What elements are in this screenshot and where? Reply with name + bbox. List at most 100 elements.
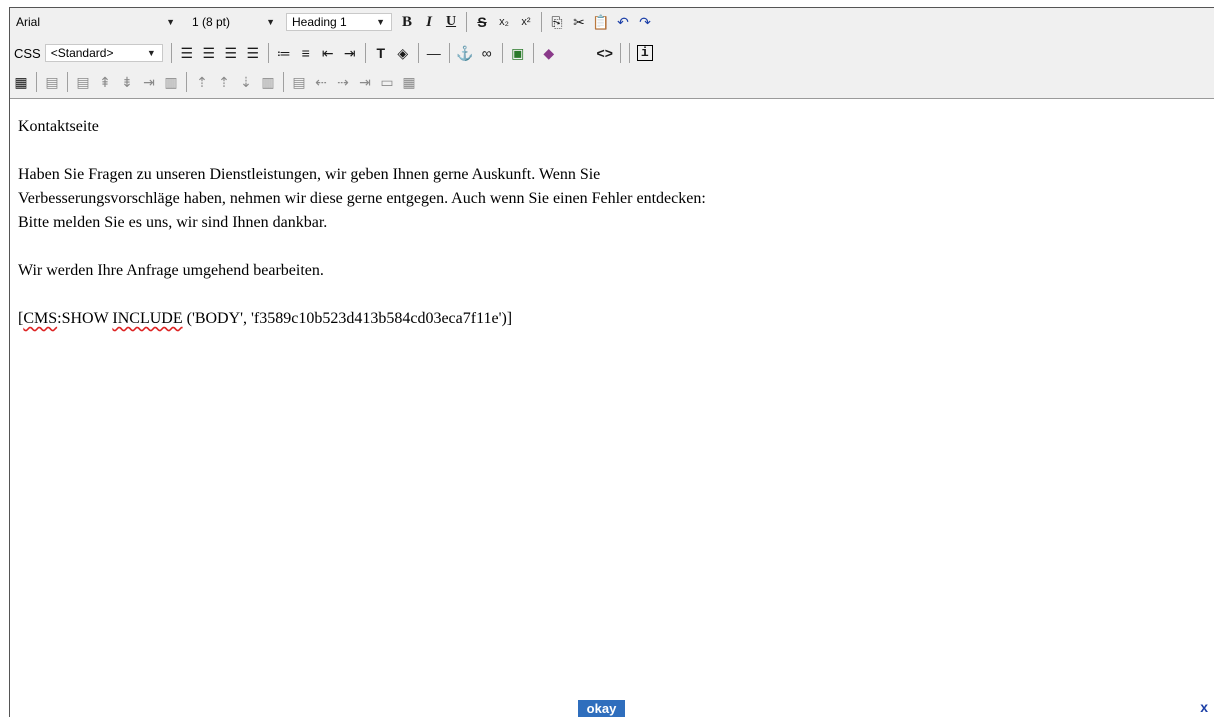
toolbar-row-paragraph: CSS <Standard> ▼ ☰ ☰ ☰ ☰ ≔ ≡ ⇤ ⇥ T ◈ — ⚓… xyxy=(10,41,1214,65)
merge-column-button[interactable]: ▥ xyxy=(257,71,279,93)
table-properties-button[interactable]: ▤ xyxy=(41,71,63,93)
align-right-button[interactable]: ☰ xyxy=(220,42,242,64)
subscript-button[interactable]: x₂ xyxy=(493,11,515,33)
split-cell-button[interactable]: ▦ xyxy=(398,71,420,93)
editor-content-area[interactable]: Kontaktseite Haben Sie Fragen zu unseren… xyxy=(10,99,1214,697)
copy-icon: ⎘ xyxy=(551,13,563,30)
wysiwyg-editor: Arial ▼ 1 (8 pt) ▼ Heading 1 ▼ B I U S x… xyxy=(9,7,1214,697)
align-justify-button[interactable]: ☰ xyxy=(242,42,264,64)
toolbar-separator xyxy=(364,43,366,63)
insert-object-button[interactable]: ◆ xyxy=(538,42,560,64)
cut-icon: ✂ xyxy=(573,13,585,30)
font-size-select[interactable]: 1 (8 pt) ▼ xyxy=(186,13,282,31)
info-button[interactable]: i xyxy=(634,42,656,64)
toolbar-row-table: ▦ ▤ ▤ ⇞ ⇟ ⇥ ▥ ⇡ ⇡ ⇣ ▥ ▤ ⇠ ⇢ ⇥ ▭ ▦ xyxy=(10,70,1214,94)
horizontal-rule-button[interactable]: — xyxy=(423,42,445,64)
insert-row-above-button[interactable]: ⇞ xyxy=(94,71,116,93)
align-left-button[interactable]: ☰ xyxy=(176,42,198,64)
indent-icon: ⇥ xyxy=(343,44,356,61)
merge-cells-icon: ▭ xyxy=(380,73,394,90)
insert-row-below-icon: ⇟ xyxy=(121,73,133,90)
ordered-list-button[interactable]: ≔ xyxy=(273,42,295,64)
font-family-select[interactable]: Arial ▼ xyxy=(10,13,182,31)
css-class-select[interactable]: <Standard> ▼ xyxy=(44,44,163,62)
background-color-button[interactable]: ◈ xyxy=(392,42,414,64)
outdent-icon: ⇤ xyxy=(321,44,334,61)
paragraph-format-select[interactable]: Heading 1 ▼ xyxy=(286,13,392,31)
cell-properties-button[interactable]: ▤ xyxy=(288,71,310,93)
strikethrough-button[interactable]: S xyxy=(471,11,493,33)
subscript-icon: x₂ xyxy=(499,16,509,28)
insert-table-button[interactable]: ▦ xyxy=(10,71,32,93)
copy-button[interactable]: ⎘ xyxy=(546,11,568,33)
unordered-list-button[interactable]: ≡ xyxy=(295,42,317,64)
text-color-button[interactable]: T xyxy=(370,42,392,64)
okay-button[interactable]: okay xyxy=(578,700,625,717)
insert-column-left-button[interactable]: ⇡ xyxy=(191,71,213,93)
split-cell-icon: ▦ xyxy=(402,73,416,90)
cms-tag-args: ('BODY', 'f3589c10b523d413b584cd03eca7f1… xyxy=(182,310,513,327)
link-icon: ∞ xyxy=(481,45,492,61)
font-family-value: Arial xyxy=(16,15,41,29)
anchor-icon: ⚓ xyxy=(456,44,474,61)
outdent-button[interactable]: ⇤ xyxy=(317,42,339,64)
cut-button[interactable]: ✂ xyxy=(568,11,590,33)
delete-cell-button[interactable]: ⇥ xyxy=(354,71,376,93)
content-title: Kontaktseite xyxy=(18,118,99,135)
code-icon: <> xyxy=(596,45,613,61)
insert-cell-after-button[interactable]: ⇢ xyxy=(332,71,354,93)
image-icon: ▣ xyxy=(511,44,525,61)
row-properties-button[interactable]: ▤ xyxy=(72,71,94,93)
link-button[interactable]: ∞ xyxy=(476,42,498,64)
insert-row-below-button[interactable]: ⇟ xyxy=(116,71,138,93)
undo-button[interactable]: ↶ xyxy=(612,11,634,33)
merge-cells-button[interactable]: ▭ xyxy=(376,71,398,93)
paste-button[interactable]: 📋 xyxy=(590,11,612,33)
horizontal-rule-icon: — xyxy=(426,45,441,61)
cms-include-tag: [CMS:SHOW INCLUDE ('BODY', 'f3589c10b523… xyxy=(18,307,718,331)
css-class-value: <Standard> xyxy=(50,46,114,60)
html-source-button[interactable]: <> xyxy=(594,42,616,64)
indent-button[interactable]: ⇥ xyxy=(339,42,361,64)
close-button[interactable]: x xyxy=(1200,699,1208,715)
chevron-down-icon: ▼ xyxy=(146,48,156,58)
italic-icon: I xyxy=(426,13,432,30)
underline-icon: U xyxy=(445,14,457,29)
toolbar-separator xyxy=(532,43,534,63)
underline-button[interactable]: U xyxy=(440,11,462,33)
italic-button[interactable]: I xyxy=(418,11,440,33)
insert-image-button[interactable]: ▣ xyxy=(507,42,529,64)
editor-toolbar: Arial ▼ 1 (8 pt) ▼ Heading 1 ▼ B I U S x… xyxy=(10,8,1214,99)
paragraph-format-value: Heading 1 xyxy=(292,15,347,29)
merge-row-button[interactable]: ▥ xyxy=(160,71,182,93)
toolbar-separator xyxy=(541,12,542,32)
align-center-button[interactable]: ☰ xyxy=(198,42,220,64)
insert-column-right-icon: ⇡ xyxy=(218,73,230,90)
insert-cell-before-icon: ⇠ xyxy=(315,73,327,90)
dialog-footer: okay x xyxy=(0,697,1214,717)
paint-bucket-icon: ◈ xyxy=(397,44,409,61)
superscript-button[interactable]: x² xyxy=(515,11,537,33)
paste-icon: 📋 xyxy=(592,13,610,30)
superscript-icon: x² xyxy=(521,16,531,28)
content-paragraph-intro: Haben Sie Fragen zu unseren Dienstleistu… xyxy=(18,166,706,231)
strikethrough-icon: S xyxy=(477,14,487,30)
toolbar-separator xyxy=(267,43,269,63)
align-right-icon: ☰ xyxy=(224,44,238,61)
align-justify-icon: ☰ xyxy=(246,44,260,61)
bold-button[interactable]: B xyxy=(396,11,418,33)
insert-cell-before-button[interactable]: ⇠ xyxy=(310,71,332,93)
anchor-button[interactable]: ⚓ xyxy=(454,42,476,64)
cms-keyword: CMS xyxy=(23,310,58,327)
css-label: CSS xyxy=(14,45,41,61)
unordered-list-icon: ≡ xyxy=(301,45,310,61)
undo-icon: ↶ xyxy=(617,13,629,30)
redo-button[interactable]: ↷ xyxy=(634,11,656,33)
toolbar-separator xyxy=(283,72,284,92)
delete-row-button[interactable]: ⇥ xyxy=(138,71,160,93)
delete-column-button[interactable]: ⇣ xyxy=(235,71,257,93)
chevron-down-icon: ▼ xyxy=(376,17,385,27)
toolbar-row-format: Arial ▼ 1 (8 pt) ▼ Heading 1 ▼ B I U S x… xyxy=(10,10,1214,34)
info-icon: i xyxy=(636,45,653,61)
insert-column-right-button[interactable]: ⇡ xyxy=(213,71,235,93)
